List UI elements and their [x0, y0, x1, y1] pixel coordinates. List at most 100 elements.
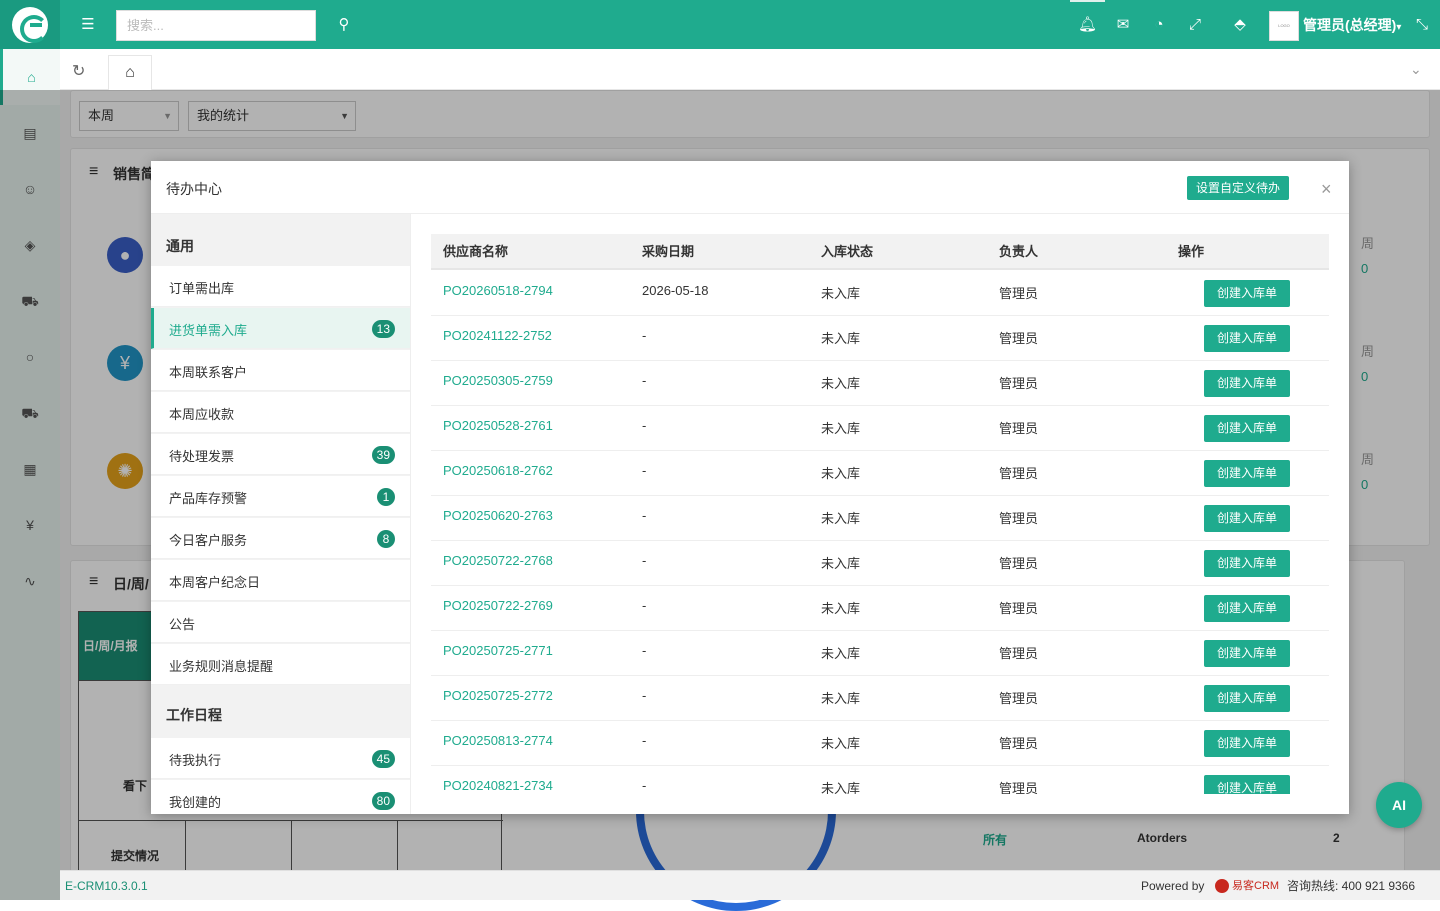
user-menu[interactable]: 管理员(总经理)▾: [1303, 15, 1401, 35]
menu-item[interactable]: 我创建的 80: [151, 780, 410, 814]
supplier-link[interactable]: PO20250528-2761: [443, 418, 553, 433]
create-inbound-button[interactable]: 创建入库单: [1204, 370, 1290, 397]
todo-menu: 通用 订单需出库 进货单需入库 13 本周联系客户 本周应收款 待处理发票 39 产品库存预警…: [151, 214, 411, 814]
column-header-supplier: 供应商名称: [443, 244, 509, 259]
inbound-status: 未入库: [821, 601, 861, 616]
owner-name: 管理员: [999, 421, 1039, 436]
tab-home[interactable]: ⌂: [108, 55, 152, 90]
create-inbound-button[interactable]: 创建入库单: [1204, 730, 1290, 757]
close-icon[interactable]: ×: [1321, 179, 1332, 200]
bell-icon[interactable]: 🔔︎: [1078, 16, 1097, 34]
version-label: E-CRM10.3.0.1: [65, 879, 148, 893]
chevron-down-icon: ▾: [1396, 22, 1402, 33]
create-inbound-button[interactable]: 创建入库单: [1204, 595, 1290, 622]
search-icon[interactable]: ⚲: [335, 16, 353, 34]
inbound-status: 未入库: [821, 646, 861, 661]
menu-item-label: 业务规则消息提醒: [169, 659, 274, 674]
menu-item-label: 订单需出库: [169, 281, 235, 296]
menu-item[interactable]: 本周应收款: [151, 392, 410, 433]
count-badge: 13: [371, 320, 395, 338]
purchase-date: -: [642, 733, 647, 748]
create-inbound-button[interactable]: 创建入库单: [1204, 505, 1290, 532]
column-header-action: 操作: [1178, 244, 1205, 259]
tag-icon[interactable]: ⬘: [1231, 16, 1249, 34]
create-inbound-button[interactable]: 创建入库单: [1204, 280, 1290, 307]
supplier-link[interactable]: PO20260518-2794: [443, 283, 553, 298]
menu-item[interactable]: 待我执行 45: [151, 738, 410, 779]
create-inbound-button[interactable]: 创建入库单: [1204, 550, 1290, 577]
menu-item[interactable]: 订单需出库: [151, 266, 410, 307]
column-header-status: 入库状态: [821, 244, 874, 259]
ai-assistant-button[interactable]: AI: [1376, 782, 1422, 828]
fullscreen-icon[interactable]: ⤢: [1186, 16, 1204, 34]
column-header-date: 采购日期: [642, 244, 695, 259]
purchase-date: -: [642, 508, 647, 523]
dashboard-icon[interactable]: ◔: [1150, 16, 1168, 34]
inbound-status: 未入库: [821, 421, 861, 436]
table-row: PO20240821-2734 - 未入库 管理员 创建入库单: [431, 766, 1329, 794]
todo-center-modal: 待办中心 设置自定义待办 × 通用 订单需出库 进货单需入库 13 本周联系客户 本周应…: [151, 161, 1349, 814]
create-inbound-button[interactable]: 创建入库单: [1204, 460, 1290, 487]
group-title-schedule: 工作日程: [166, 707, 222, 723]
menu-item-label: 待处理发票: [169, 449, 235, 464]
create-inbound-button[interactable]: 创建入库单: [1204, 415, 1290, 442]
supplier-link[interactable]: PO20250620-2763: [443, 508, 553, 523]
menu-item[interactable]: 本周联系客户: [151, 350, 410, 391]
menu-item-label: 本周联系客户: [169, 365, 248, 380]
menu-item-label: 本周客户纪念日: [169, 575, 261, 590]
inbound-status: 未入库: [821, 511, 861, 526]
menu-item[interactable]: 进货单需入库 13: [151, 308, 410, 349]
purchase-date: -: [642, 418, 647, 433]
brand-label[interactable]: 易客CRM: [1232, 871, 1279, 901]
purchase-date: -: [642, 688, 647, 703]
count-badge: 45: [371, 750, 395, 768]
menu-item[interactable]: 待处理发票 39: [151, 434, 410, 475]
mail-icon[interactable]: ✉: [1114, 16, 1132, 34]
supplier-link[interactable]: PO20250305-2759: [443, 373, 553, 388]
supplier-link[interactable]: PO20250725-2771: [443, 643, 553, 658]
inbound-status: 未入库: [821, 376, 861, 391]
menu-item[interactable]: 产品库存预警 1: [151, 476, 410, 517]
custom-todo-button[interactable]: 设置自定义待办: [1187, 176, 1289, 200]
menu-toggle-icon[interactable]: ☰: [79, 16, 97, 34]
supplier-link[interactable]: PO20241122-2752: [443, 328, 552, 343]
column-header-owner: 负责人: [999, 244, 1039, 259]
expand-icon[interactable]: ⤡: [1413, 16, 1431, 34]
app-logo[interactable]: [0, 0, 60, 49]
purchase-date: -: [642, 643, 647, 658]
menu-item-label: 进货单需入库: [169, 323, 248, 338]
purchase-date: -: [642, 553, 647, 568]
chevron-down-icon[interactable]: ⌄: [1410, 61, 1422, 78]
menu-item[interactable]: 本周客户纪念日: [151, 560, 410, 601]
purchase-date: -: [642, 373, 647, 388]
supplier-link[interactable]: PO20250618-2762: [443, 463, 553, 478]
supplier-link[interactable]: PO20240821-2734: [443, 778, 553, 793]
hotline-label: 咨询热线: 400 921 9366: [1287, 879, 1416, 893]
footer: E-CRM10.3.0.1 Powered by 易客CRM 咨询热线: 400…: [60, 870, 1440, 900]
menu-item[interactable]: 公告: [151, 602, 410, 643]
create-inbound-button[interactable]: 创建入库单: [1204, 640, 1290, 667]
menu-item-label: 我创建的: [169, 795, 222, 810]
inbound-status: 未入库: [821, 781, 861, 794]
menu-item-label: 产品库存预警: [169, 491, 248, 506]
supplier-link[interactable]: PO20250725-2772: [443, 688, 553, 703]
supplier-link[interactable]: PO20250722-2768: [443, 553, 553, 568]
supplier-link[interactable]: PO20250722-2769: [443, 598, 553, 613]
inbound-status: 未入库: [821, 736, 861, 751]
table-row: PO20260518-2794 2026-05-18 未入库 管理员 创建入库单: [431, 271, 1329, 316]
create-inbound-button[interactable]: 创建入库单: [1204, 685, 1290, 712]
todo-content: 供应商名称 采购日期 入库状态 负责人 操作 PO20260518-2794 20…: [411, 214, 1349, 814]
top-bar: ☰ 搜索... ⚲ 🔔︎ ✉ ◔ ⤢ ⬘ LOGO 管理员(总经理)▾ ⤡: [0, 0, 1440, 49]
table-row: PO20250725-2771 - 未入库 管理员 创建入库单: [431, 631, 1329, 676]
search-input[interactable]: 搜索...: [116, 10, 316, 41]
home-icon: ⌂: [125, 64, 135, 81]
refresh-icon[interactable]: ↻: [72, 61, 85, 81]
create-inbound-button[interactable]: 创建入库单: [1204, 775, 1290, 794]
menu-item[interactable]: 业务规则消息提醒: [151, 644, 410, 685]
create-inbound-button[interactable]: 创建入库单: [1204, 325, 1290, 352]
menu-item[interactable]: 今日客户服务 8: [151, 518, 410, 559]
powered-by-label: Powered by: [1141, 879, 1205, 893]
table-row: PO20250618-2762 - 未入库 管理员 创建入库单: [431, 451, 1329, 496]
supplier-link[interactable]: PO20250813-2774: [443, 733, 553, 748]
avatar[interactable]: LOGO: [1269, 11, 1299, 41]
